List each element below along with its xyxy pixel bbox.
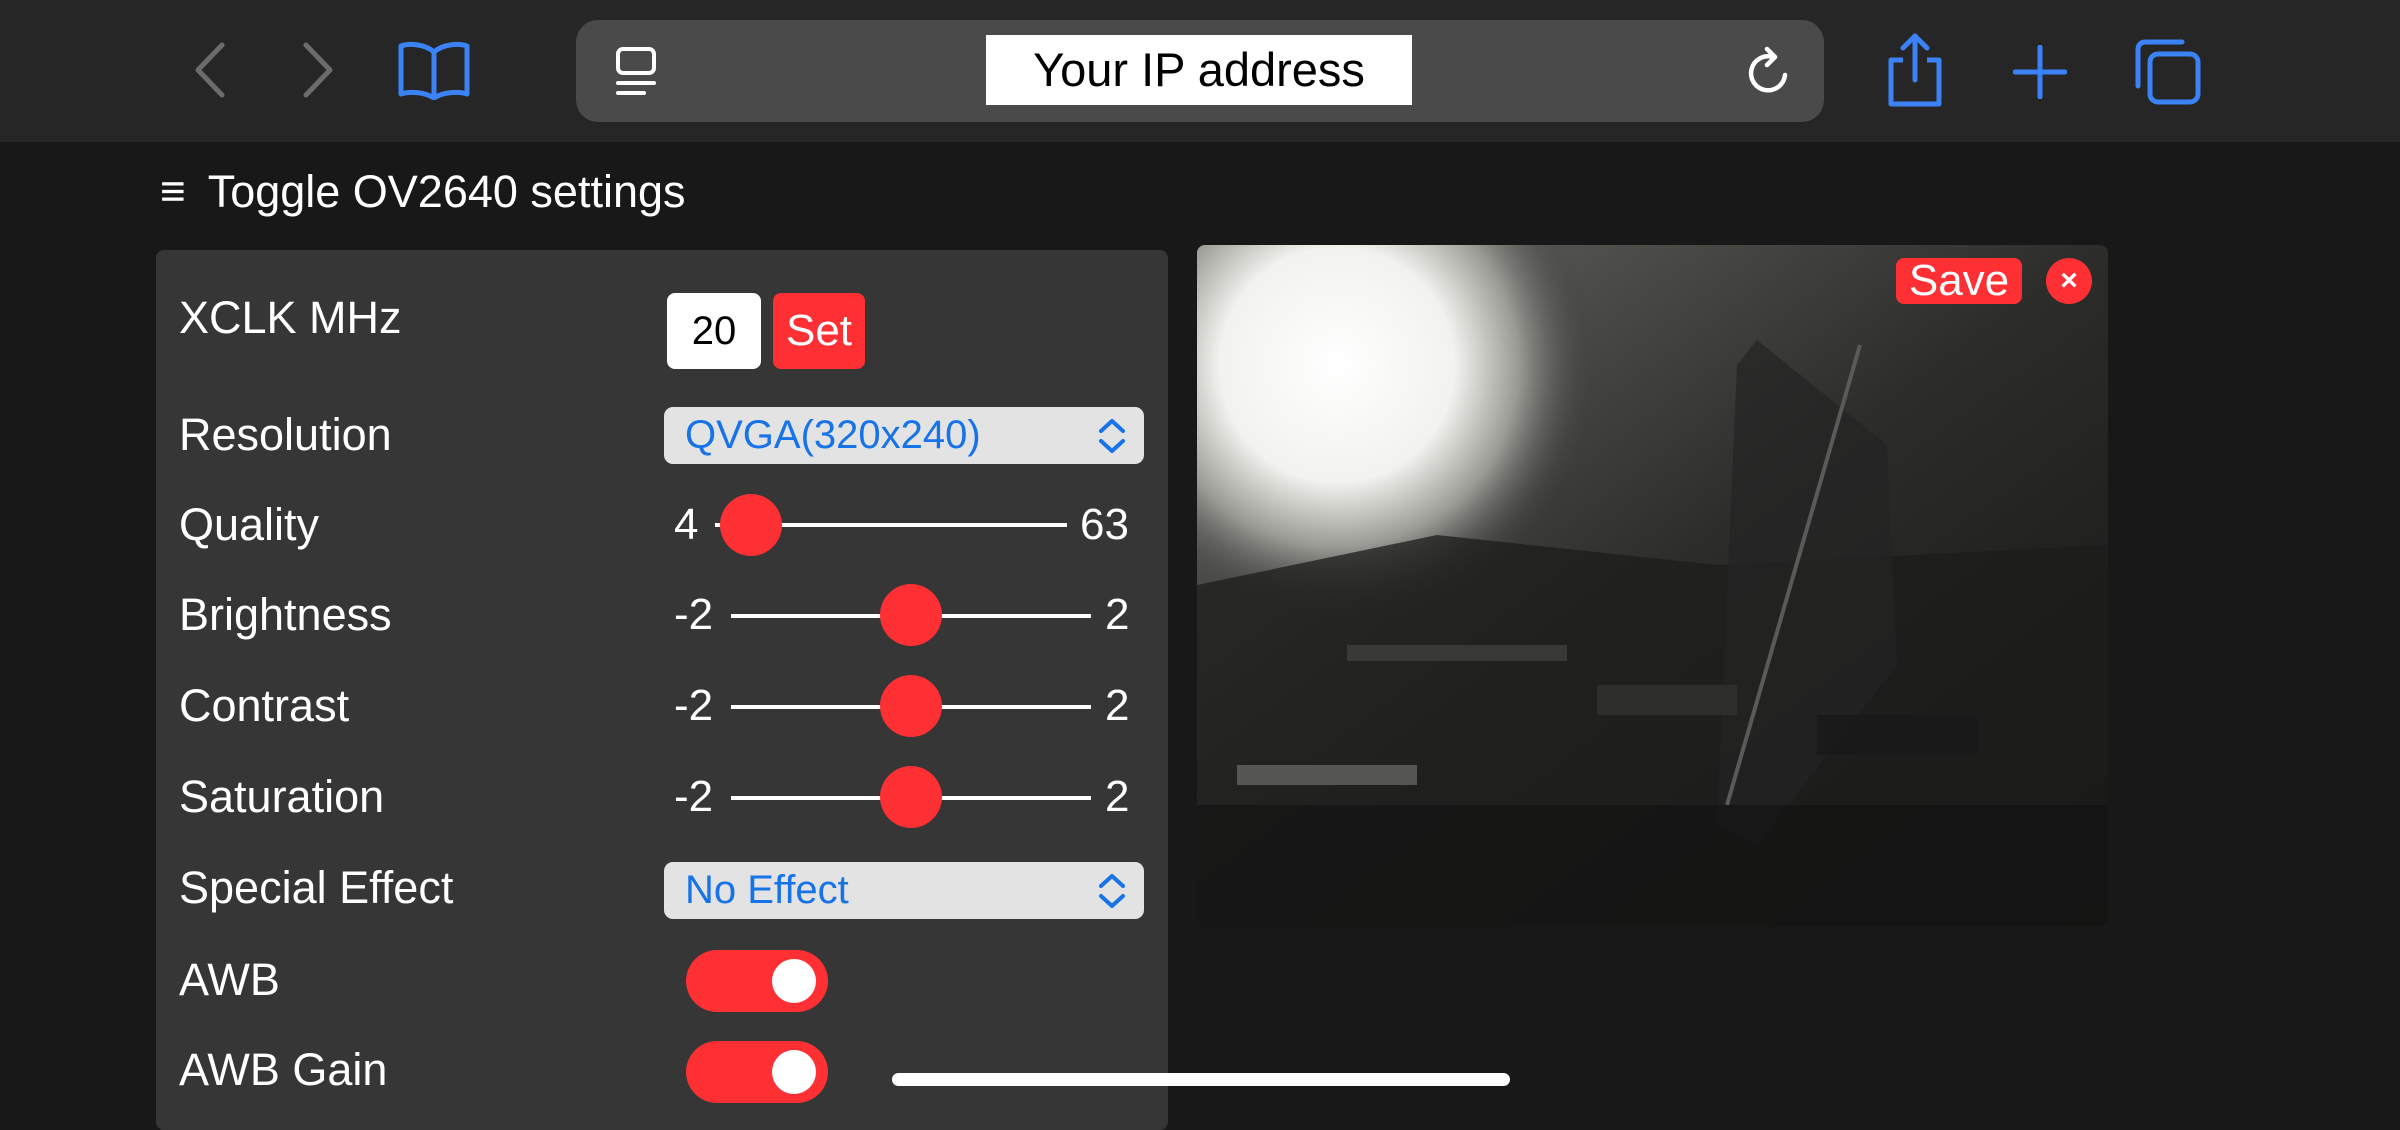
toggle-knob bbox=[772, 1050, 816, 1094]
saturation-max: 2 bbox=[1105, 772, 1130, 821]
special-effect-select[interactable]: No Effect bbox=[664, 862, 1144, 919]
saturation-slider-thumb[interactable] bbox=[880, 766, 942, 828]
resolution-select[interactable]: QVGA(320x240) bbox=[664, 407, 1144, 464]
select-chevron-icon bbox=[1099, 874, 1125, 908]
brightness-max: 2 bbox=[1105, 590, 1130, 639]
awb-gain-toggle[interactable] bbox=[686, 1041, 828, 1103]
contrast-slider-thumb[interactable] bbox=[880, 675, 942, 737]
back-icon[interactable] bbox=[186, 40, 232, 100]
toggle-settings-label[interactable]: Toggle OV2640 settings bbox=[208, 166, 686, 218]
contrast-min: -2 bbox=[674, 681, 714, 730]
select-chevron-icon bbox=[1099, 419, 1125, 453]
quality-slider-thumb[interactable] bbox=[719, 494, 782, 556]
bookmarks-icon[interactable] bbox=[396, 38, 472, 102]
home-indicator bbox=[892, 1073, 1510, 1086]
resolution-label: Resolution bbox=[179, 409, 392, 460]
awb-gain-label: AWB Gain bbox=[179, 1044, 388, 1095]
toggle-knob bbox=[772, 959, 816, 1003]
forward-icon[interactable] bbox=[296, 40, 342, 100]
tabs-icon[interactable] bbox=[2134, 38, 2202, 106]
url-text[interactable]: Your IP address bbox=[986, 35, 1412, 105]
xclk-label: XCLK MHz bbox=[179, 292, 402, 343]
reader-icon[interactable] bbox=[612, 44, 660, 100]
new-tab-icon[interactable] bbox=[2012, 44, 2068, 100]
special-effect-label: Special Effect bbox=[179, 862, 454, 913]
stream-image bbox=[1197, 245, 2108, 927]
xclk-input[interactable]: 20 bbox=[667, 293, 761, 369]
brightness-label: Brightness bbox=[179, 589, 392, 640]
xclk-set-button[interactable]: Set bbox=[773, 293, 865, 369]
awb-label: AWB bbox=[179, 954, 280, 1005]
quality-label: Quality bbox=[179, 499, 320, 550]
saturation-label: Saturation bbox=[179, 771, 385, 822]
address-bar[interactable]: Your IP address bbox=[576, 20, 1824, 122]
share-icon[interactable] bbox=[1884, 30, 1946, 110]
toggle-settings[interactable]: ≡ Toggle OV2640 settings bbox=[160, 160, 686, 224]
browser-toolbar: Your IP address bbox=[0, 0, 2400, 142]
brightness-min: -2 bbox=[674, 590, 714, 639]
quality-max: 63 bbox=[1080, 500, 1129, 549]
menu-icon[interactable]: ≡ bbox=[160, 167, 186, 217]
close-stream-button[interactable]: × bbox=[2046, 258, 2092, 304]
contrast-max: 2 bbox=[1105, 681, 1130, 730]
quality-min: 4 bbox=[674, 500, 699, 549]
reload-icon[interactable] bbox=[1742, 42, 1798, 102]
special-effect-selected: No Effect bbox=[685, 868, 849, 912]
brightness-slider-thumb[interactable] bbox=[880, 584, 942, 646]
save-button[interactable]: Save bbox=[1896, 258, 2022, 304]
camera-stream bbox=[1197, 245, 2108, 927]
contrast-label: Contrast bbox=[179, 680, 350, 731]
resolution-selected: QVGA(320x240) bbox=[685, 413, 981, 457]
saturation-min: -2 bbox=[674, 772, 714, 821]
awb-toggle[interactable] bbox=[686, 950, 828, 1012]
